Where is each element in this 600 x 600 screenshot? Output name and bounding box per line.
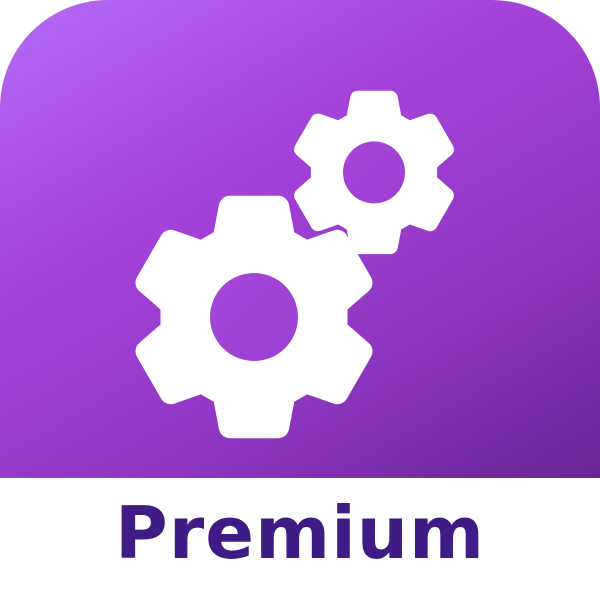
large-gear-icon <box>135 195 373 439</box>
label-area: Premium <box>0 478 600 600</box>
premium-label: Premium <box>114 491 486 575</box>
icon-background <box>0 0 600 478</box>
small-gear-icon <box>294 90 454 255</box>
gears-icon <box>135 90 454 439</box>
app-icon[interactable]: Premium <box>0 0 600 600</box>
